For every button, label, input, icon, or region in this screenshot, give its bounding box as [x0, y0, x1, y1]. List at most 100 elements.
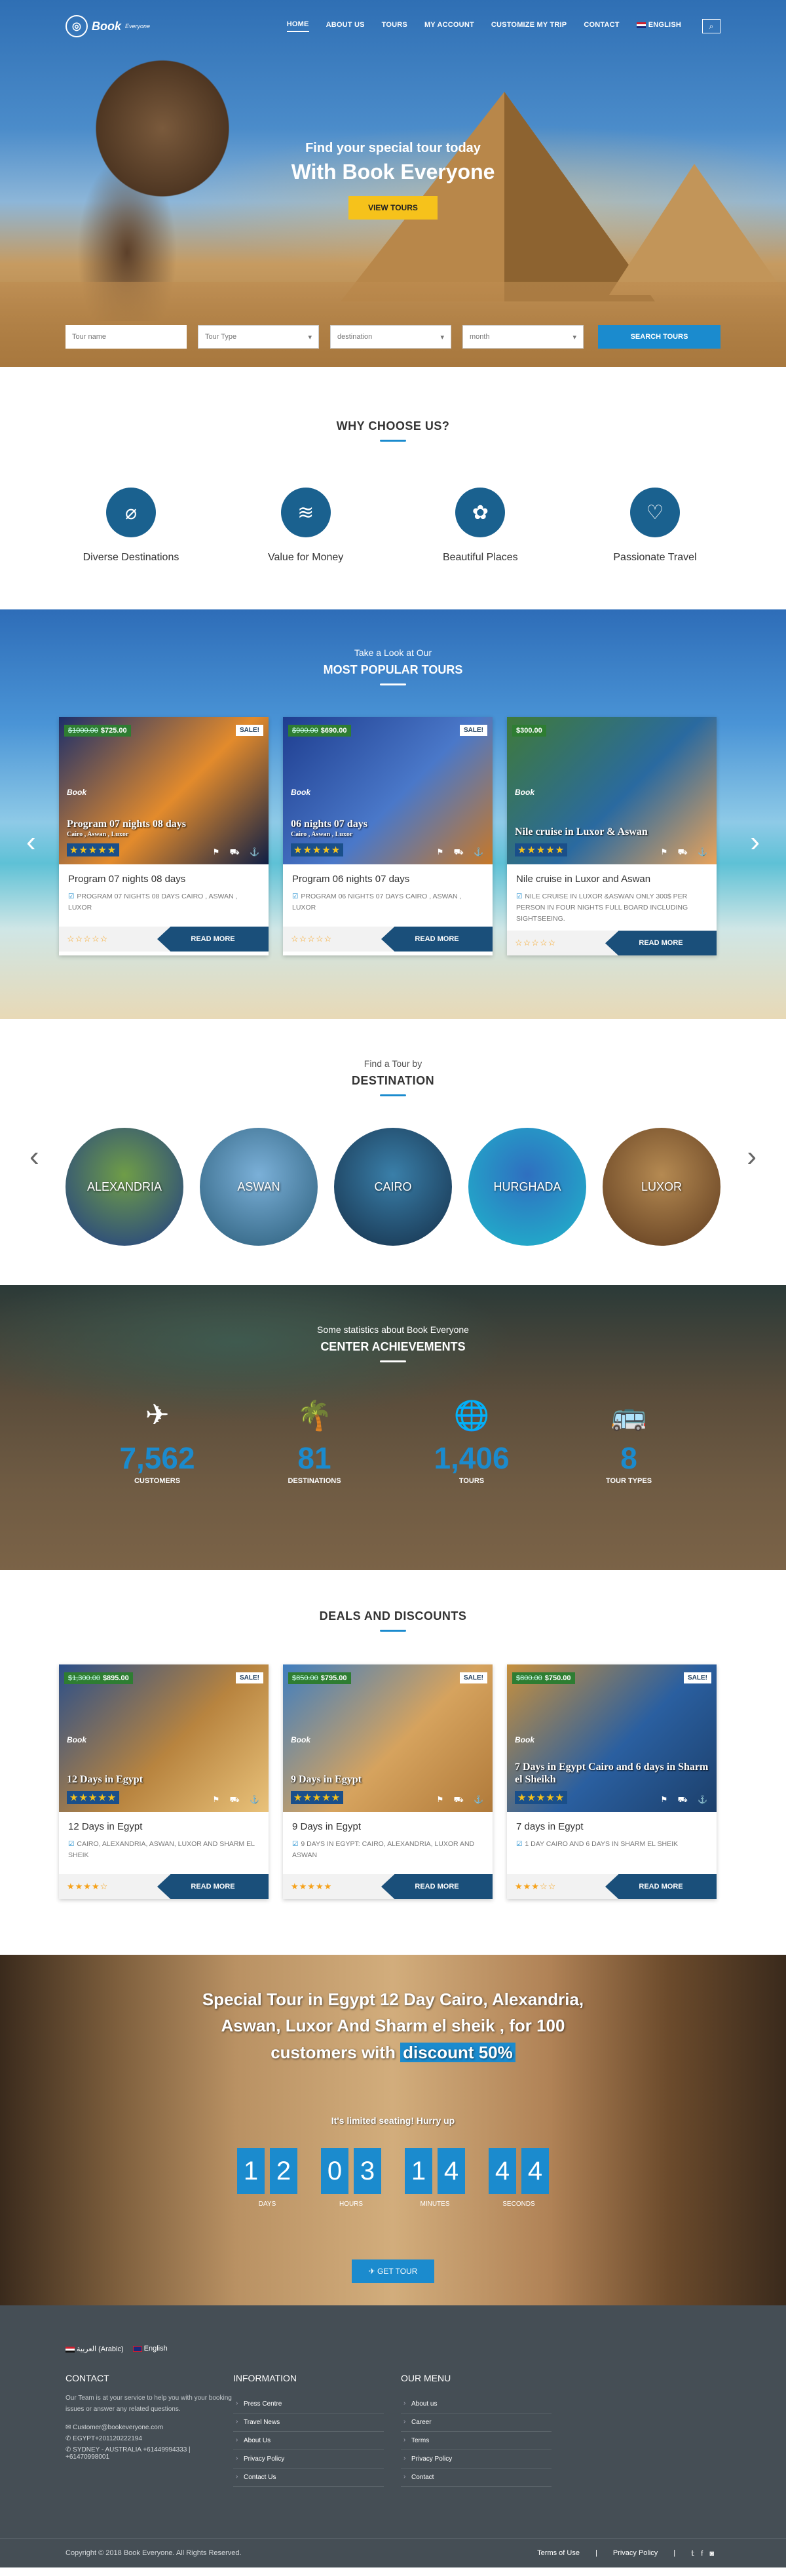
stat-label: CUSTOMERS — [134, 1477, 181, 1485]
card-title[interactable]: Program 07 nights 08 days — [68, 874, 259, 885]
footer-link[interactable]: Privacy Policy — [233, 2450, 384, 2469]
hero-subtitle: Find your special tour today — [305, 141, 481, 155]
tour-type-select[interactable]: Tour Type ▾ — [198, 325, 319, 349]
language-switcher[interactable]: ENGLISH — [636, 21, 681, 31]
nav-customize[interactable]: CUSTOMIZE MY TRIP — [491, 21, 567, 31]
tour-image[interactable]: $1000.00 $725.00 SALE! Book Program 07 night… — [59, 717, 269, 864]
footer-link[interactable]: Contact — [401, 2469, 552, 2487]
footer-link[interactable]: Terms — [401, 2432, 552, 2450]
stars-icon: ★★★★★ — [291, 843, 344, 856]
next-arrow-icon[interactable]: › — [750, 826, 760, 858]
get-tour-button[interactable]: ✈ GET TOUR — [352, 2259, 434, 2283]
nav-about[interactable]: ABOUT US — [326, 21, 365, 31]
card-footer: ★★★☆☆ READ MORE — [507, 1874, 717, 1899]
footer-link[interactable]: About us — [401, 2395, 552, 2413]
hero-text: Find your special tour today With Book E… — [0, 141, 786, 220]
contact-sydney[interactable]: ✆ SYDNEY - AUSTRALIA +61449994333 | +614… — [66, 2446, 233, 2461]
destination-hurghada[interactable]: HURGHADA — [468, 1128, 586, 1246]
logo[interactable]: ◎ Book Everyone — [66, 15, 150, 37]
phone-icon: ✆ — [66, 2435, 73, 2442]
lang-arabic[interactable]: العربية (Arabic) — [66, 2345, 124, 2353]
caret-down-icon: ▾ — [572, 333, 576, 341]
search-icon[interactable]: ⌕ — [702, 19, 720, 33]
rating-stars: ☆☆☆☆☆ — [67, 934, 109, 944]
tour-name-input[interactable] — [66, 325, 187, 349]
page: ◎ Book Everyone HOME ABOUT US TOURS MY A… — [0, 0, 786, 2567]
card-title[interactable]: Nile cruise in Luxor and Aswan — [516, 874, 707, 885]
month-select[interactable]: month ▾ — [462, 325, 584, 349]
footer-link[interactable]: Press Centre — [233, 2395, 384, 2413]
search-tours-button[interactable]: SEARCH TOURS — [598, 325, 720, 349]
prev-arrow-icon[interactable]: ‹ — [26, 826, 36, 858]
tour-image[interactable]: $1,300.00 $895.00 SALE! Book 12 Days in Egyp… — [59, 1664, 269, 1812]
footer-link[interactable]: About Us — [233, 2432, 384, 2450]
tour-image[interactable]: $900.00 $690.00 SALE! Book 06 nights 07 days… — [283, 717, 493, 864]
destination-luxor[interactable]: LUXOR — [603, 1128, 720, 1246]
destination-alexandria[interactable]: ALEXANDRIA — [66, 1128, 183, 1246]
card-title[interactable]: 12 Days in Egypt — [68, 1821, 259, 1832]
logo-tag: Everyone — [125, 23, 151, 29]
privacy-link[interactable]: Privacy Policy — [613, 2549, 658, 2557]
tour-image[interactable]: $850.00 $795.00 SALE! Book 9 Days in Egypt ★★… — [283, 1664, 493, 1812]
countdown-days: 1 2 DAYS — [237, 2148, 297, 2208]
footer-link[interactable]: Contact Us — [233, 2469, 384, 2487]
lang-english[interactable]: English — [132, 2345, 168, 2353]
stat-number: 7,562 — [119, 1441, 195, 1475]
feature-item: ✿ Beautiful Places — [402, 488, 559, 564]
instagram-icon[interactable]: ◙ — [709, 2550, 720, 2558]
nav-contact[interactable]: CONTACT — [584, 21, 619, 31]
get-tour-label: GET TOUR — [377, 2267, 418, 2276]
contact-phone[interactable]: ✆ EGYPT+201120222194 — [66, 2435, 233, 2442]
card-body: 7 days in Egypt ☑ 1 DAY CAIRO AND 6 DAYS I… — [507, 1812, 717, 1874]
section-title: DEALS AND DISCOUNTS — [319, 1609, 467, 1623]
menu-links: About us Career Terms Privacy Policy Con… — [401, 2395, 569, 2487]
countdown-label: MINUTES — [420, 2201, 450, 2208]
stat-icon: ✈ — [145, 1399, 170, 1431]
twitter-icon[interactable]: 𝕥 — [691, 2550, 701, 2558]
title-underline — [380, 440, 406, 442]
read-more-button[interactable]: READ MORE — [157, 1874, 269, 1899]
old-price: $1,300.00 — [68, 1674, 100, 1682]
stat-icon: 🌐 — [453, 1400, 490, 1432]
section-title: CENTER ACHIEVEMENTS — [320, 1340, 466, 1353]
current-price: $300.00 — [516, 727, 542, 735]
read-more-button[interactable]: READ MORE — [381, 927, 493, 952]
terms-link[interactable]: Terms of Use — [537, 2549, 580, 2557]
view-tours-button[interactable]: VIEW TOURS — [348, 196, 438, 220]
destination-aswan[interactable]: ASWAN — [200, 1128, 318, 1246]
contact-email[interactable]: ✉ Customer@bookeveryone.com — [66, 2424, 233, 2431]
read-more-button[interactable]: READ MORE — [157, 927, 269, 952]
feature-item: ⌀ Diverse Destinations — [52, 488, 210, 564]
read-more-button[interactable]: READ MORE — [605, 931, 717, 956]
popular-tours-section: Take a Look at Our MOST POPULAR TOURS ‹ … — [0, 609, 786, 1019]
prev-arrow-icon[interactable]: ‹ — [29, 1140, 39, 1173]
feature-label: Value for Money — [267, 552, 344, 563]
stars-icon: ★★★★★ — [515, 1791, 568, 1804]
read-more-button[interactable]: READ MORE — [381, 1874, 493, 1899]
footer-link[interactable]: Travel News — [233, 2413, 384, 2432]
section-header: Take a Look at Our MOST POPULAR TOURS — [0, 609, 786, 685]
facebook-icon[interactable]: f — [701, 2550, 709, 2558]
contact-column: CONTACT Our Team is at your service to h… — [66, 2373, 233, 2487]
next-arrow-icon[interactable]: › — [747, 1140, 757, 1173]
tour-image[interactable]: $300.00 Book Nile cruise in Luxor & Aswan ★… — [507, 717, 717, 864]
footer-link[interactable]: Career — [401, 2413, 552, 2432]
card-description: ☑ CAIRO, ALEXANDRIA, ASWAN, LUXOR AND SHA… — [68, 1839, 259, 1861]
card-title[interactable]: 7 days in Egypt — [516, 1821, 707, 1832]
nav-tours[interactable]: TOURS — [382, 21, 407, 31]
stats-row: ✈ 7,562 CUSTOMERS 🌴 81 DESTINATIONS 🌐 1,406 TOUR… — [98, 1398, 688, 1485]
rating-stars: ★★★★☆ — [67, 1881, 109, 1891]
check-icon: ☑ — [516, 1840, 523, 1848]
sale-badge: SALE! — [460, 725, 487, 736]
destination-cairo[interactable]: CAIRO — [334, 1128, 452, 1246]
nav-account[interactable]: MY ACCOUNT — [424, 21, 474, 31]
tour-image[interactable]: $800.00 $750.00 SALE! Book 7 Days in Egypt C… — [507, 1664, 717, 1812]
card-title[interactable]: Program 06 nights 07 days — [292, 874, 483, 885]
countdown-digit: 3 — [354, 2148, 381, 2194]
card-title[interactable]: 9 Days in Egypt — [292, 1821, 483, 1832]
read-more-button[interactable]: READ MORE — [605, 1874, 717, 1899]
nav-home[interactable]: HOME — [286, 20, 309, 32]
destination-select[interactable]: destination ▾ — [330, 325, 451, 349]
price-badge: $1,300.00 $895.00 — [64, 1672, 133, 1684]
footer-link[interactable]: Privacy Policy — [401, 2450, 552, 2469]
